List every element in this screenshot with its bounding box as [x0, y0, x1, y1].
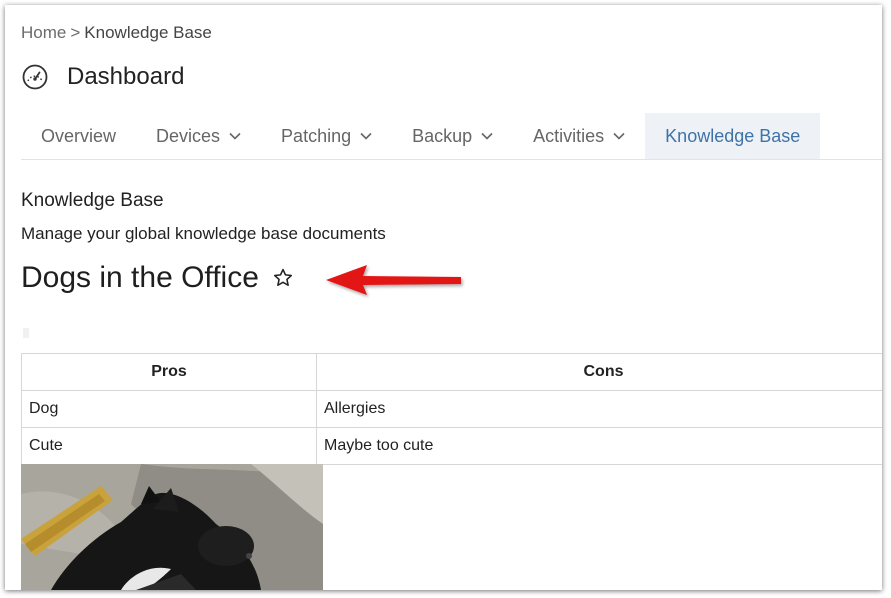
column-header-pros: Pros — [21, 353, 317, 391]
column-header-cons: Cons — [316, 353, 882, 391]
table-row: Cute Maybe too cute — [21, 427, 882, 465]
tab-label: Patching — [281, 125, 352, 146]
chevron-down-icon — [481, 132, 493, 140]
page-title: Dashboard — [67, 63, 185, 90]
table-row: Dog Allergies — [21, 390, 882, 428]
breadcrumb-separator: > — [70, 23, 81, 42]
dog-photo — [21, 464, 323, 590]
pros-cons-table: Pros Cons Dog Allergies Cute Maybe too c… — [21, 353, 882, 465]
tab-label: Backup — [412, 125, 473, 146]
tab-bar: Overview Devices Patching Backup Activit… — [21, 113, 882, 160]
section-subtitle: Manage your global knowledge base docume… — [21, 224, 386, 243]
speedometer-icon — [22, 64, 48, 90]
tab-label: Overview — [41, 125, 117, 146]
tab-label: Activities — [533, 125, 605, 146]
tab-overview[interactable]: Overview — [21, 113, 136, 159]
star-outline-icon[interactable] — [272, 267, 294, 289]
tab-knowledge-base[interactable]: Knowledge Base — [645, 113, 821, 159]
app-window: Home > Knowledge Base Dashboard Overview D… — [5, 5, 882, 590]
tab-patching[interactable]: Patching — [261, 113, 392, 159]
document-title: Dogs in the Office — [21, 261, 259, 294]
table-header-row: Pros Cons — [21, 353, 882, 391]
breadcrumb-home-link[interactable]: Home — [21, 23, 66, 42]
tab-backup[interactable]: Backup — [392, 113, 513, 159]
document-header: Dogs in the Office — [21, 261, 294, 295]
section-heading: Knowledge Base — [21, 190, 164, 211]
table-cell: Maybe too cute — [316, 427, 882, 465]
tab-activities[interactable]: Activities — [513, 113, 645, 159]
page-header: Dashboard — [21, 63, 184, 91]
chevron-down-icon — [613, 132, 625, 140]
breadcrumb: Home > Knowledge Base — [21, 23, 212, 43]
red-arrow-icon — [326, 265, 461, 295]
tab-devices[interactable]: Devices — [136, 113, 261, 159]
tab-label: Devices — [156, 125, 221, 146]
table-cell: Dog — [21, 390, 317, 428]
chevron-down-icon — [360, 132, 372, 140]
editor-cursor-marker — [23, 328, 29, 338]
table-cell: Allergies — [316, 390, 882, 428]
tab-label: Knowledge Base — [665, 125, 801, 146]
chevron-down-icon — [229, 132, 241, 140]
table-cell: Cute — [21, 427, 317, 465]
breadcrumb-current: Knowledge Base — [84, 23, 212, 42]
